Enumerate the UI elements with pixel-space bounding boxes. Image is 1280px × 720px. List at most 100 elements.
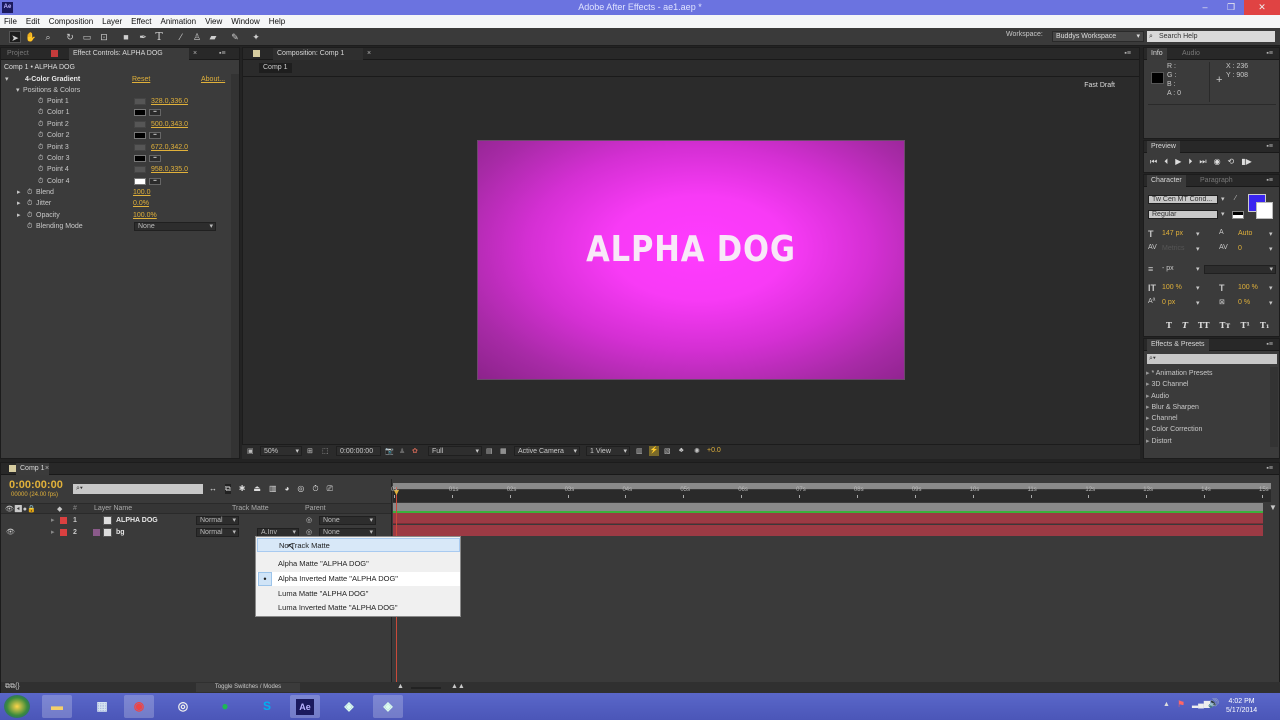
point-value[interactable]: 958.0,335.0 <box>151 164 188 175</box>
menu-window[interactable]: Window <box>231 17 259 26</box>
taskbar-calculator[interactable]: ▦ <box>87 695 117 718</box>
effects-category-item[interactable]: ▸ * Animation Presets <box>1146 368 1213 379</box>
font-style-dropdown[interactable]: Regular <box>1148 210 1218 219</box>
system-clock[interactable]: 4:02 PM 5/17/2014 <box>1226 697 1257 715</box>
start-button[interactable] <box>4 695 30 718</box>
stroke-width-value[interactable]: - px <box>1162 265 1174 272</box>
effects-search-input[interactable]: ⌕▾ <box>1147 354 1277 364</box>
hide-shy-layers-icon[interactable]: ✱ <box>239 484 246 494</box>
tab-effects-presets[interactable]: Effects & Presets <box>1147 339 1209 351</box>
point-control-icon[interactable] <box>134 166 146 174</box>
eraser-tool-icon[interactable]: ▰ <box>207 31 219 43</box>
expand-triangle-icon[interactable]: ▸ <box>51 515 55 526</box>
label-color-swatch[interactable] <box>60 517 67 524</box>
timeline-icon[interactable]: ▧ <box>664 447 671 455</box>
camera-dropdown[interactable]: Active Camera ▾ <box>514 446 580 456</box>
menu-animation[interactable]: Animation <box>160 17 196 26</box>
tab-composition[interactable]: Composition: Comp 1 <box>273 48 363 60</box>
ram-preview-icon[interactable]: ▮▶ <box>1241 157 1252 167</box>
stopwatch-icon[interactable]: ⏱ <box>38 107 43 118</box>
current-time-field[interactable]: 0:00:00:00 <box>336 446 381 456</box>
panel-menu-icon[interactable]: ▪≡ <box>1266 463 1273 475</box>
expand-triangle-icon[interactable]: ▸ <box>17 187 21 198</box>
stroke-style-dropdown[interactable]: ▾ <box>1204 265 1276 274</box>
param-value[interactable]: 100.0% <box>133 210 157 221</box>
menu-file[interactable]: File <box>4 17 17 26</box>
param-value[interactable]: 0.0% <box>133 198 149 209</box>
loop-icon[interactable]: ⟲ <box>1228 157 1235 167</box>
chevron-down-icon[interactable]: ▾ <box>1269 299 1273 307</box>
audio-icon[interactable]: ◉ <box>1214 157 1221 167</box>
graph-editor-icon[interactable]: ◎ <box>297 484 304 494</box>
tab-comp-1[interactable]: Comp 1 <box>16 463 49 475</box>
brush-tool-icon[interactable]: ⁄ <box>175 31 187 43</box>
panel-menu-icon[interactable]: ▪≡ <box>1266 48 1273 60</box>
motion-blur-icon[interactable]: ▥ <box>269 484 277 494</box>
stroke-color-swatch[interactable] <box>1256 202 1273 219</box>
close-button[interactable]: ✕ <box>1244 0 1280 15</box>
panel-menu-icon[interactable]: ▪≡ <box>1124 48 1131 60</box>
eyedropper-icon[interactable]: ━ <box>149 155 161 162</box>
zoom-in-mountain-icon[interactable]: ▲ <box>397 683 404 690</box>
stopwatch-icon[interactable]: ⏱ <box>38 119 43 130</box>
panel-menu-icon[interactable]: ▪≡ <box>1266 339 1273 351</box>
tab-project[interactable]: Project <box>3 48 33 60</box>
parent-dropdown[interactable]: None ▾ <box>319 516 376 525</box>
taskbar-file-explorer[interactable]: ▬ <box>42 695 72 718</box>
time-ruler[interactable] <box>393 490 1271 502</box>
chevron-down-icon[interactable]: ▾ <box>1269 230 1273 238</box>
flowchart-icon[interactable]: ♣ <box>679 447 684 454</box>
last-frame-icon[interactable]: ⏭ <box>1199 157 1206 167</box>
layer-bar-bg[interactable] <box>393 525 1263 536</box>
eyedropper-icon[interactable]: ━ <box>149 177 161 185</box>
volume-icon[interactable]: 🔊 <box>1208 698 1219 709</box>
workspace-dropdown[interactable]: Buddys Workspace ▾ <box>1052 31 1144 42</box>
stopwatch-icon[interactable]: ⏱ <box>38 142 43 153</box>
composition-mini-flowchart-icon[interactable]: ↔ <box>209 484 217 494</box>
blend-mode-dropdown[interactable]: Normal ▾ <box>196 527 239 537</box>
chevron-down-icon[interactable]: ▾ <box>1196 299 1200 307</box>
exposure-value[interactable]: +0.0 <box>707 447 721 454</box>
eyedropper-icon[interactable]: ⁄ <box>1235 195 1236 202</box>
tab-preview[interactable]: Preview <box>1147 141 1180 153</box>
menu-item-alpha-inverted-matte[interactable]: • Alpha Inverted Matte "ALPHA DOG" <box>257 572 460 586</box>
taskbar-app-recording[interactable]: ◈ <box>373 695 403 718</box>
expand-triangle-icon[interactable]: ▾ <box>5 74 9 85</box>
layer-switches-icon[interactable]: ⧉⧉{} <box>5 683 20 691</box>
tab-effect-controls[interactable]: Effect Controls: ALPHA DOG <box>69 48 189 60</box>
roto-brush-tool-icon[interactable]: ✎ <box>229 31 241 43</box>
type-tool-icon[interactable]: T <box>153 31 165 43</box>
close-tab-icon[interactable]: × <box>193 48 197 60</box>
timeline-zoom-slider[interactable] <box>411 687 441 689</box>
exposure-reset-icon[interactable]: ✺ <box>694 447 700 455</box>
blending-mode-dropdown[interactable]: None ▾ <box>134 222 216 231</box>
stopwatch-icon[interactable]: ⏱ <box>38 130 43 141</box>
tab-paragraph[interactable]: Paragraph <box>1196 175 1237 187</box>
tab-audio[interactable]: Audio <box>1178 48 1204 60</box>
all-caps-icon[interactable]: TT <box>1198 320 1210 330</box>
stopwatch-icon[interactable]: ⏱ <box>27 198 32 209</box>
point-control-icon[interactable] <box>134 120 146 128</box>
reset-link[interactable]: Reset <box>132 74 150 85</box>
layer-bar-alpha-dog[interactable] <box>393 513 1263 524</box>
render-icon[interactable]: ⎚ <box>327 484 333 494</box>
stopwatch-icon[interactable]: ⏱ <box>38 164 43 175</box>
color-swatch[interactable] <box>134 132 146 140</box>
faux-bold-icon[interactable]: T <box>1166 320 1172 330</box>
close-tab-icon[interactable]: × <box>367 48 371 60</box>
stopwatch-icon[interactable]: ⏱ <box>312 484 318 494</box>
effects-category-item[interactable]: ▸ Distort <box>1146 436 1213 447</box>
restore-button[interactable]: ❐ <box>1218 0 1244 15</box>
menu-effect[interactable]: Effect <box>131 17 151 26</box>
tray-overflow-icon[interactable]: ▲ <box>1163 701 1170 708</box>
effects-category-item[interactable]: ▸ Audio <box>1146 391 1213 402</box>
taskbar-spotify[interactable]: ● <box>210 695 240 718</box>
tab-character[interactable]: Character <box>1147 175 1186 187</box>
chevron-down-icon[interactable]: ▾ <box>1196 230 1200 238</box>
comp-subtab[interactable]: Comp 1 <box>259 63 292 73</box>
menu-item-luma-inverted-matte[interactable]: Luma Inverted Matte "ALPHA DOG" <box>257 601 460 615</box>
channel-icon[interactable]: ✿ <box>412 447 418 455</box>
expand-triangle-icon[interactable]: ▸ <box>51 527 55 538</box>
chevron-down-icon[interactable]: ▾ <box>1269 245 1273 253</box>
tab-info[interactable]: Info <box>1147 48 1167 60</box>
